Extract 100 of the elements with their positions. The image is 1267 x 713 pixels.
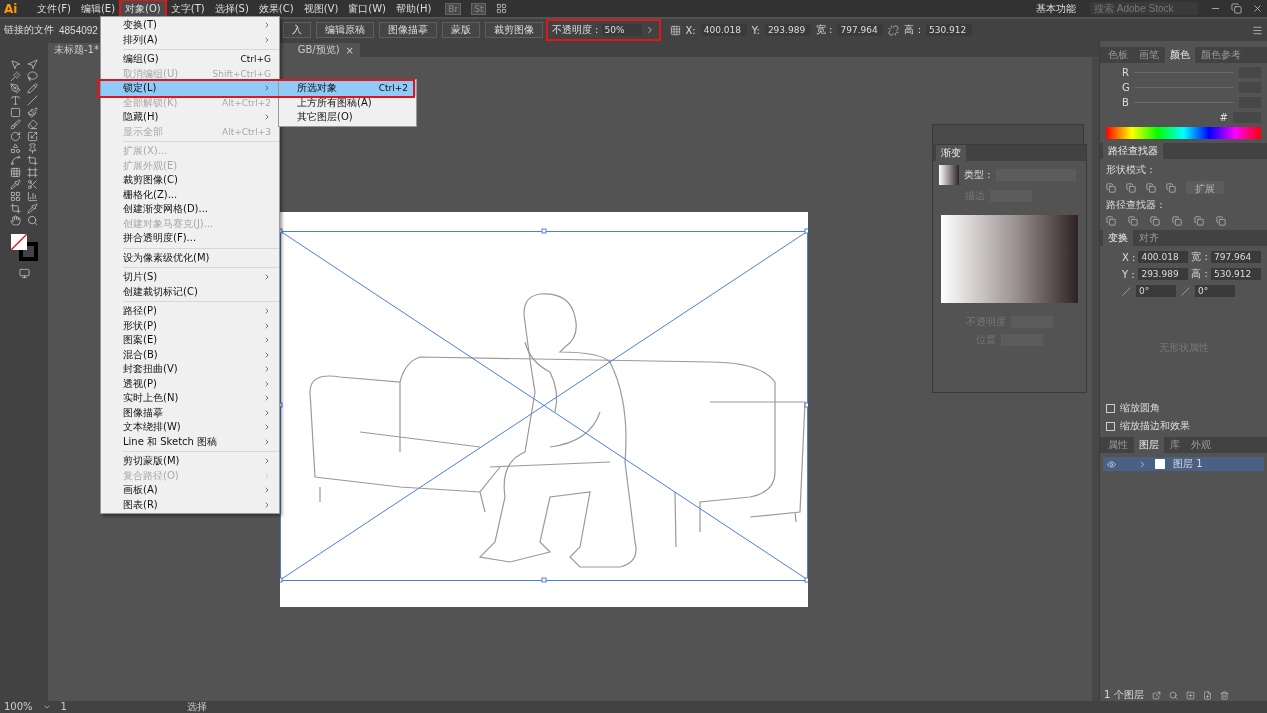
panel-tab[interactable]: 库: [1165, 437, 1185, 453]
opacity-control[interactable]: 不透明度 : 50%: [547, 21, 659, 39]
search-icon[interactable]: [1168, 690, 1178, 700]
menu-item[interactable]: 隐藏(H): [101, 110, 279, 125]
menu-item[interactable]: 实时上色(N): [101, 391, 279, 406]
menu-item[interactable]: 编辑(E): [76, 0, 120, 17]
toolbar-button[interactable]: 编辑原稿: [315, 22, 374, 38]
value-field[interactable]: 797.964: [1211, 251, 1261, 263]
menu-item[interactable]: 对象(O): [121, 0, 165, 17]
scissors-icon[interactable]: [27, 179, 38, 190]
menu-item[interactable]: 文件(F): [33, 0, 75, 17]
eyedropper-icon[interactable]: [10, 179, 21, 190]
value-field[interactable]: 530.912: [926, 24, 972, 36]
lasso-icon[interactable]: [27, 71, 38, 82]
menu-item[interactable]: 窗口(W): [344, 0, 390, 17]
gradient-swatch[interactable]: [939, 165, 959, 185]
menu-item[interactable]: 创建裁切标记(C): [101, 284, 279, 299]
export-icon[interactable]: [1151, 690, 1161, 700]
menu-item[interactable]: 排列(A): [101, 32, 279, 47]
panel-tab[interactable]: 变换: [1103, 230, 1133, 246]
menu-item[interactable]: 效果(C): [254, 0, 298, 17]
pencil-icon[interactable]: [27, 83, 38, 94]
menu-item[interactable]: 创建渐变网格(D)...: [101, 202, 279, 217]
menu-item[interactable]: 图表(R): [101, 497, 279, 512]
close-tab-button[interactable]: ×: [345, 44, 354, 56]
new-layer-icon[interactable]: [1202, 690, 1212, 700]
artboard-number[interactable]: 1: [60, 701, 67, 713]
layer-row[interactable]: 图层 1: [1103, 457, 1264, 471]
delete-icon[interactable]: [1219, 690, 1229, 700]
add-sublayer-icon[interactable]: [1185, 690, 1195, 700]
arrow-icon[interactable]: [27, 59, 38, 70]
line-icon[interactable]: [27, 95, 38, 106]
chart-icon[interactable]: [27, 191, 38, 202]
panel-menu-icon[interactable]: [1252, 24, 1263, 36]
menu-item[interactable]: 变换(T): [101, 18, 279, 33]
angle-icon[interactable]: [1122, 286, 1131, 296]
pin-icon[interactable]: [27, 143, 38, 154]
wand-icon[interactable]: [10, 71, 21, 82]
spline-icon[interactable]: [10, 155, 21, 166]
panel-tab[interactable]: 画笔: [1134, 47, 1164, 63]
menu-item[interactable]: 拼合透明度(F)...: [101, 231, 279, 246]
panel-tab[interactable]: 对齐: [1134, 230, 1164, 246]
screen-mode-icon[interactable]: [18, 268, 30, 279]
type-icon[interactable]: [10, 95, 21, 106]
menu-item[interactable]: 栅格化(Z)...: [101, 187, 279, 202]
angle-field[interactable]: 0°: [1136, 285, 1176, 297]
frame-icon[interactable]: [27, 167, 38, 178]
zoom-icon[interactable]: [27, 215, 38, 226]
menu-item[interactable]: 切片(S): [101, 270, 279, 285]
menu-item[interactable]: 图像描摹: [101, 405, 279, 420]
menu-item[interactable]: 其它图层(O): [279, 110, 416, 125]
unlink-icon[interactable]: [888, 24, 900, 36]
value-field[interactable]: 293.989: [1138, 268, 1189, 280]
menu-item[interactable]: 裁剪图像(C): [101, 173, 279, 188]
paintbrush-icon[interactable]: [27, 107, 38, 118]
toolbar-button[interactable]: 裁剪图像: [484, 22, 543, 38]
menu-item[interactable]: 封套扭曲(V): [101, 362, 279, 377]
rotate-icon[interactable]: [10, 131, 21, 142]
dropdown-icon[interactable]: [42, 703, 51, 711]
eraser-icon[interactable]: [27, 119, 38, 130]
checkbox[interactable]: [1106, 403, 1115, 413]
panel-tab[interactable]: 外观: [1186, 437, 1216, 453]
menu-item[interactable]: 路径(P): [101, 304, 279, 319]
menu-item[interactable]: 画板(A): [101, 483, 279, 498]
value-field[interactable]: 530.912: [1211, 268, 1261, 280]
toolbar-button[interactable]: 蒙版: [441, 22, 480, 38]
panel-tab[interactable]: 颜色: [1165, 47, 1195, 63]
checkbox[interactable]: [1106, 421, 1115, 431]
panel-tab[interactable]: 颜色参考: [1196, 47, 1246, 63]
value-field[interactable]: 797.964: [837, 24, 884, 36]
menu-item[interactable]: 剪切蒙版(M): [101, 454, 279, 469]
visibility-icon[interactable]: [1107, 459, 1116, 469]
workspace-switcher[interactable]: 基本功能: [1036, 1, 1076, 16]
panel-tab[interactable]: 路径查找器: [1103, 143, 1163, 159]
grid-icon[interactable]: [10, 167, 21, 178]
menu-item[interactable]: 文字(T): [166, 0, 209, 17]
menu-item[interactable]: 所选对象 Ctrl+2: [279, 81, 416, 96]
rectangle-icon[interactable]: [10, 107, 21, 118]
pointer-icon[interactable]: [10, 59, 21, 70]
menu-item[interactable]: 上方所有图稿(A): [279, 95, 416, 110]
value-field[interactable]: 293.989: [764, 24, 811, 36]
shear-field[interactable]: 0°: [1195, 285, 1235, 297]
shapes-icon[interactable]: [10, 143, 21, 154]
menu-item[interactable]: 选择(S): [210, 0, 253, 17]
toolbar-button[interactable]: 图像描摹: [378, 22, 437, 38]
menu-item[interactable]: 锁定(L): [101, 81, 279, 96]
brush-icon[interactable]: [10, 119, 21, 130]
value-field[interactable]: 400.018: [1138, 251, 1189, 263]
panel-tab[interactable]: 色板: [1103, 47, 1133, 63]
color-spectrum[interactable]: [1106, 127, 1261, 139]
zoom-level[interactable]: 100%: [4, 701, 33, 713]
restore-icon[interactable]: [1231, 3, 1242, 14]
scale-icon[interactable]: [27, 131, 38, 142]
panel-tab[interactable]: 渐变: [936, 145, 966, 161]
file-name-link[interactable]: 4854092: [59, 24, 98, 36]
menu-item[interactable]: 图案(E): [101, 333, 279, 348]
panel-tab[interactable]: 图层: [1134, 437, 1164, 453]
pen-icon[interactable]: [10, 83, 21, 94]
shear-icon[interactable]: [1181, 286, 1190, 296]
close-icon[interactable]: [1252, 3, 1263, 14]
